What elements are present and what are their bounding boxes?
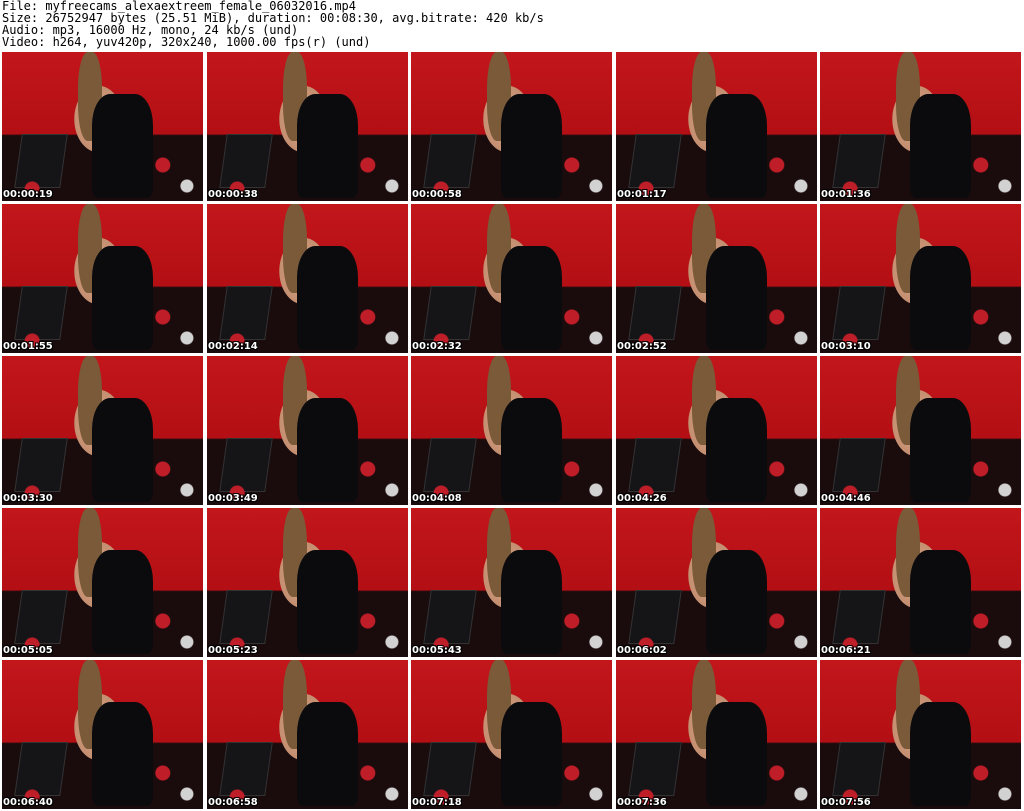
thumbnail-timestamp: 00:01:17 <box>617 189 667 200</box>
video-thumbnail: 00:03:10 <box>820 204 1021 353</box>
video-thumbnail: 00:02:32 <box>411 204 612 353</box>
video-thumbnail: 00:04:26 <box>616 356 817 505</box>
video-thumbnail: 00:06:21 <box>820 508 1021 657</box>
thumbnail-timestamp: 00:04:08 <box>412 493 462 504</box>
thumbnail-timestamp: 00:07:18 <box>412 797 462 808</box>
thumbnail-timestamp: 00:00:58 <box>412 189 462 200</box>
thumbnail-timestamp: 00:01:55 <box>3 341 53 352</box>
thumbnail-timestamp: 00:06:40 <box>3 797 53 808</box>
thumbnail-timestamp: 00:07:56 <box>821 797 871 808</box>
video-thumbnail: 00:06:40 <box>2 660 203 809</box>
thumbnail-timestamp: 00:06:02 <box>617 645 667 656</box>
video-thumbnail: 00:02:14 <box>207 204 408 353</box>
thumbnail-timestamp: 00:03:49 <box>208 493 258 504</box>
video-thumbnail: 00:03:49 <box>207 356 408 505</box>
thumbnail-timestamp: 00:05:05 <box>3 645 53 656</box>
video-thumbnail: 00:05:23 <box>207 508 408 657</box>
video-thumbnail: 00:00:19 <box>2 52 203 201</box>
thumbnail-timestamp: 00:04:46 <box>821 493 871 504</box>
video-thumbnail: 00:07:36 <box>616 660 817 809</box>
video-thumbnail: 00:05:05 <box>2 508 203 657</box>
thumbnail-timestamp: 00:05:43 <box>412 645 462 656</box>
thumbnail-grid: 00:00:19 00:00:38 00:00:58 00:01:17 00:01:36… <box>2 52 1022 809</box>
thumbnail-timestamp: 00:07:36 <box>617 797 667 808</box>
thumbnail-timestamp: 00:02:14 <box>208 341 258 352</box>
thumbnail-timestamp: 00:06:58 <box>208 797 258 808</box>
video-thumbnail: 00:04:46 <box>820 356 1021 505</box>
thumbnail-timestamp: 00:02:32 <box>412 341 462 352</box>
video-thumbnail: 00:04:08 <box>411 356 612 505</box>
thumbnail-timestamp: 00:01:36 <box>821 189 871 200</box>
thumbnail-timestamp: 00:05:23 <box>208 645 258 656</box>
video-thumbnail: 00:00:38 <box>207 52 408 201</box>
video-thumbnail: 00:03:30 <box>2 356 203 505</box>
video-thumbnail: 00:01:17 <box>616 52 817 201</box>
thumbnail-timestamp: 00:06:21 <box>821 645 871 656</box>
video-thumbnail: 00:01:55 <box>2 204 203 353</box>
thumbnail-timestamp: 00:00:19 <box>3 189 53 200</box>
video-thumbnail: 00:00:58 <box>411 52 612 201</box>
video-thumbnail: 00:05:43 <box>411 508 612 657</box>
thumbnail-timestamp: 00:02:52 <box>617 341 667 352</box>
thumbnail-timestamp: 00:04:26 <box>617 493 667 504</box>
video-thumbnail: 00:06:58 <box>207 660 408 809</box>
thumbnail-timestamp: 00:00:38 <box>208 189 258 200</box>
file-info-header: File: myfreecams_alexaextreem_female_060… <box>2 0 544 48</box>
video-thumbnail: 00:07:18 <box>411 660 612 809</box>
video-thumbnail: 00:02:52 <box>616 204 817 353</box>
video-info-line: Video: h264, yuv420p, 320x240, 1000.00 f… <box>2 35 371 49</box>
thumbnail-timestamp: 00:03:30 <box>3 493 53 504</box>
video-thumbnail: 00:06:02 <box>616 508 817 657</box>
thumbnail-timestamp: 00:03:10 <box>821 341 871 352</box>
video-thumbnail: 00:07:56 <box>820 660 1021 809</box>
video-thumbnail: 00:01:36 <box>820 52 1021 201</box>
